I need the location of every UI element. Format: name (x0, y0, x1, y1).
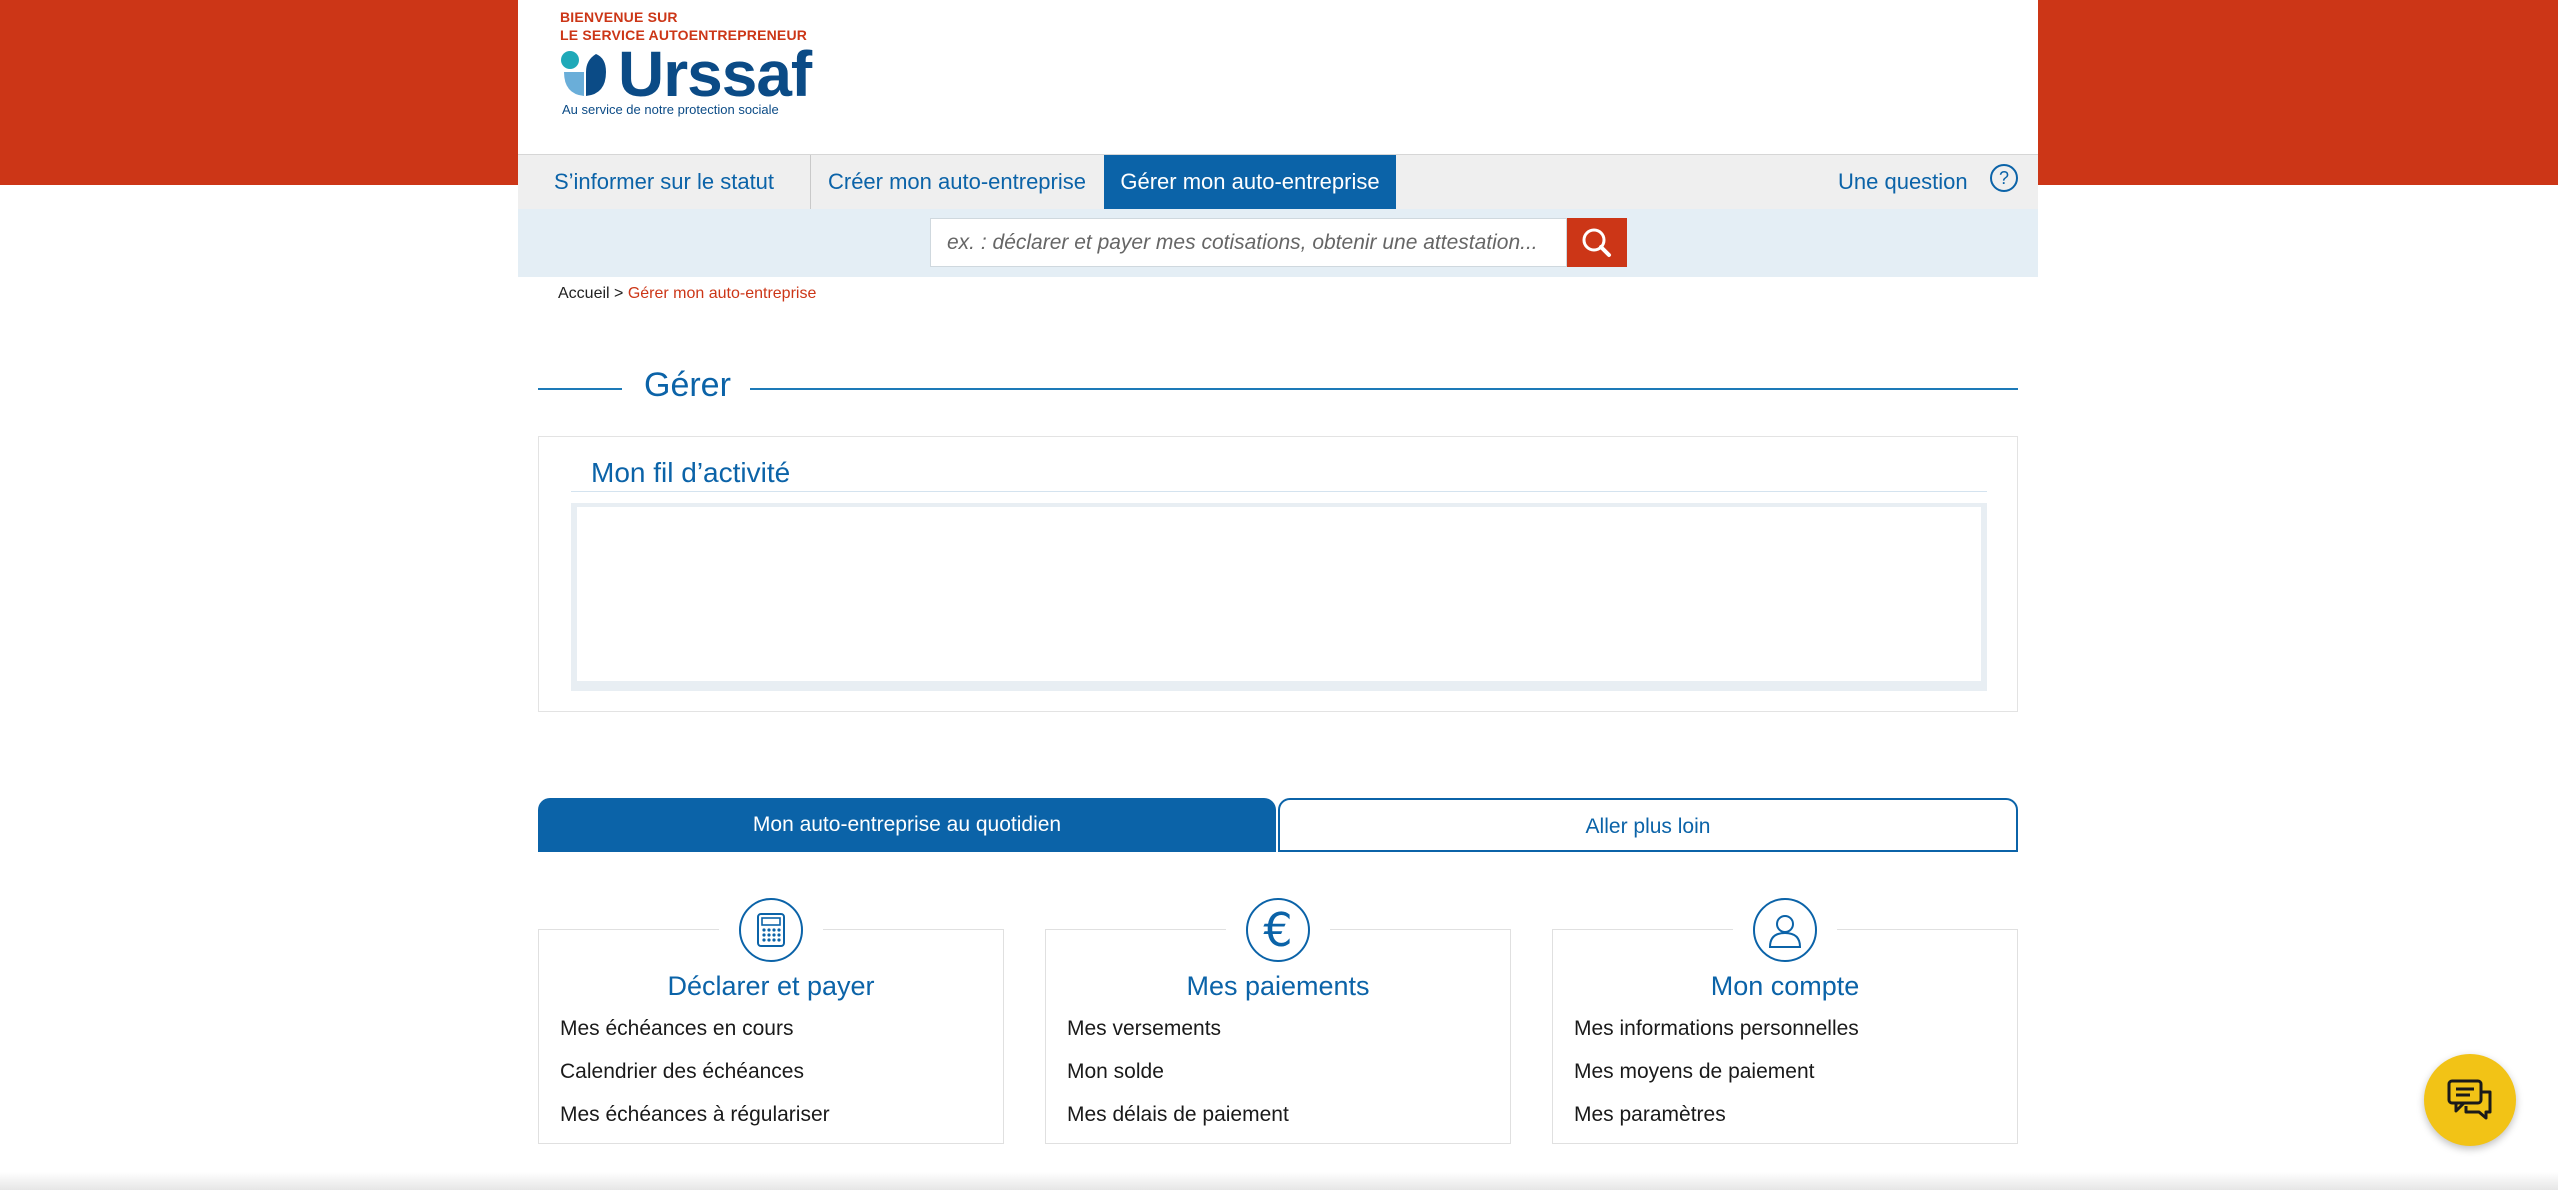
page-title: Gérer (644, 366, 731, 404)
title-rule-right (750, 388, 2018, 390)
card-link[interactable]: Mon solde (1067, 1060, 1164, 1084)
card-declarer-payer: Déclarer et payer Mes échéances en cours… (538, 898, 1004, 1144)
activity-feed-content[interactable] (577, 507, 1981, 681)
tab-quotidien[interactable]: Mon auto-entreprise au quotidien (538, 798, 1276, 852)
card-link[interactable]: Mes moyens de paiement (1574, 1060, 1814, 1084)
search-icon (1582, 228, 1611, 257)
calculator-icon (739, 898, 803, 962)
search-button[interactable] (1567, 218, 1627, 267)
euro-icon: € (1246, 898, 1310, 962)
card-link[interactable]: Mes informations personnelles (1574, 1017, 1859, 1041)
card-link[interactable]: Mes échéances à régulariser (560, 1103, 830, 1127)
bottom-shadow (0, 1172, 2558, 1190)
breadcrumb-home[interactable]: Accueil (558, 285, 610, 302)
card-mon-compte: Mon compte Mes informations personnelles… (1552, 898, 2018, 1144)
nav-item-creer[interactable]: Créer mon auto-entreprise (811, 155, 1103, 209)
card-title[interactable]: Mon compte (1553, 971, 2017, 1002)
card-link[interactable]: Mes échéances en cours (560, 1017, 793, 1041)
question-circle-icon: ? (1990, 164, 2018, 192)
card-link[interactable]: Calendrier des échéances (560, 1060, 804, 1084)
main-nav: S’informer sur le statut Créer mon auto-… (518, 154, 2038, 210)
help-label: Une question (1838, 169, 1968, 194)
breadcrumb: Accueil > Gérer mon auto-entreprise (558, 285, 816, 303)
breadcrumb-separator: > (614, 285, 624, 302)
help-link[interactable]: Une question ? (1838, 155, 2038, 209)
urssaf-logo[interactable]: Urssaf Au service de notre protection so… (560, 42, 820, 120)
title-rule-left (538, 388, 622, 390)
logo-wordmark: Urssaf (618, 38, 812, 110)
nav-item-informer[interactable]: S’informer sur le statut (518, 155, 810, 209)
activity-divider (571, 491, 1987, 492)
card-title[interactable]: Déclarer et payer (539, 971, 1003, 1002)
search-bar (518, 209, 2038, 277)
card-link[interactable]: Mes délais de paiement (1067, 1103, 1289, 1127)
activity-title: Mon fil d’activité (591, 457, 791, 488)
activity-feed (571, 503, 1987, 691)
chat-icon (2447, 1079, 2492, 1120)
tab-aller-plus-loin[interactable]: Aller plus loin (1278, 798, 2018, 852)
user-icon (1753, 898, 1817, 962)
breadcrumb-current: Gérer mon auto-entreprise (627, 285, 817, 302)
card-title[interactable]: Mes paiements (1046, 971, 1510, 1002)
nav-item-gerer[interactable]: Gérer mon auto-entreprise (1104, 155, 1396, 209)
urssaf-logo-icon (561, 51, 606, 96)
card-link[interactable]: Mes versements (1067, 1017, 1221, 1041)
card-mes-paiements: € Mes paiements Mes versements Mon solde… (1045, 898, 1511, 1144)
logo-tagline: Au service de notre protection sociale (562, 102, 779, 117)
chat-button[interactable] (2424, 1054, 2516, 1146)
card-link[interactable]: Mes paramètres (1574, 1103, 1726, 1127)
page-container: BIENVENUE SUR LE SERVICE AUTOENTREPRENEU… (518, 0, 2038, 1190)
activity-panel: Mon fil d’activité (538, 436, 2018, 712)
search-input[interactable] (930, 218, 1567, 267)
